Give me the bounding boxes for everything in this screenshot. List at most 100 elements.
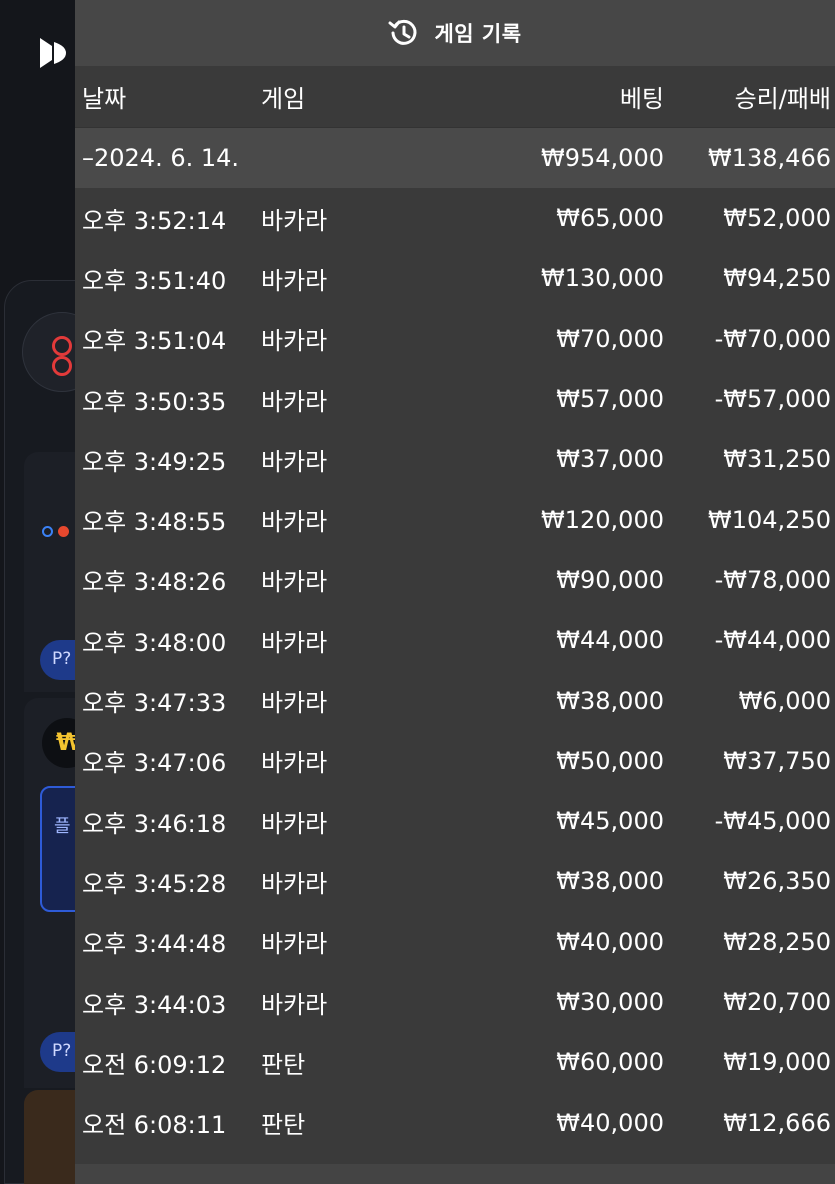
row-bet: ₩38,000 — [556, 686, 664, 715]
table-row[interactable]: 오후 3:47:06 바카라 ₩50,000 ₩37,750 — [75, 731, 835, 791]
column-header-bet[interactable]: 베팅 — [441, 79, 664, 114]
table-row[interactable]: 오후 3:52:14 바카라 ₩65,000 ₩52,000 — [75, 188, 835, 248]
row-game: 바카라 — [261, 266, 328, 295]
row-result: -₩57,000 — [714, 385, 831, 414]
row-bet: ₩38,000 — [556, 867, 664, 896]
row-game: 바카라 — [261, 990, 328, 1019]
column-header-game[interactable]: 게임 — [261, 79, 441, 114]
table-row[interactable]: 오후 3:48:00 바카라 ₩44,000 -₩44,000 — [75, 610, 835, 670]
table-row[interactable]: 오후 3:45:28 바카라 ₩38,000 ₩26,350 — [75, 851, 835, 911]
group-result-total: ₩138,466 — [708, 144, 831, 172]
row-result: ₩28,250 — [723, 927, 831, 956]
table-row[interactable]: 오후 3:48:26 바카라 ₩90,000 -₩78,000 — [75, 550, 835, 610]
row-bet: ₩60,000 — [556, 1048, 664, 1077]
row-game: 판탄 — [261, 1050, 306, 1079]
row-time: 오후 3:47:33 — [82, 689, 227, 718]
row-game: 바카라 — [261, 327, 328, 356]
row-time: 오후 3:50:35 — [82, 387, 227, 416]
row-time: 오후 3:47:06 — [82, 749, 227, 778]
row-time: 오전 6:09:12 — [82, 1050, 227, 1079]
row-time: 오후 3:48:00 — [82, 628, 227, 657]
game-history-panel: 게임 기록 날짜 게임 베팅 승리/패배 –2024. 6. 14. ₩954,… — [75, 0, 835, 1184]
row-result: ₩19,000 — [723, 1048, 831, 1077]
row-time: 오후 3:48:55 — [82, 508, 227, 537]
column-header-date[interactable]: 날짜 — [75, 79, 261, 114]
group-date: –2024. 6. 14. — [82, 144, 240, 172]
row-game: 바카라 — [261, 689, 328, 718]
row-time: 오전 6:08:11 — [82, 1111, 227, 1140]
row-bet: ₩37,000 — [556, 445, 664, 474]
row-time: 오후 3:44:48 — [82, 930, 227, 959]
row-time: 오후 3:51:40 — [82, 266, 227, 295]
row-game: 바카라 — [261, 206, 328, 235]
panel-footer — [75, 1164, 835, 1184]
row-bet: ₩65,000 — [556, 204, 664, 233]
column-header-result[interactable]: 승리/패배 — [664, 79, 831, 114]
row-game: 바카라 — [261, 869, 328, 898]
row-bet: ₩30,000 — [556, 988, 664, 1016]
table-row[interactable]: 오후 3:46:18 바카라 ₩45,000 -₩45,000 — [75, 791, 835, 851]
red-ring-icon — [52, 336, 72, 356]
row-game: 바카라 — [261, 628, 328, 657]
row-game: 바카라 — [261, 930, 328, 959]
row-result: ₩37,750 — [723, 746, 831, 775]
table-row[interactable]: 오후 3:51:04 바카라 ₩70,000 -₩70,000 — [75, 309, 835, 369]
row-game: 바카라 — [261, 508, 328, 537]
row-bet: ₩40,000 — [556, 1108, 664, 1137]
table-row[interactable]: 오후 3:47:33 바카라 ₩38,000 ₩6,000 — [75, 670, 835, 730]
history-icon — [388, 19, 417, 45]
row-game: 바카라 — [261, 568, 328, 597]
history-rows: 오후 3:52:14 바카라 ₩65,000 ₩52,000 오후 3:51:40 바카… — [75, 188, 835, 1153]
column-header-row: 날짜 게임 베팅 승리/패배 — [75, 66, 835, 128]
row-game: 바카라 — [261, 809, 328, 838]
date-group-row[interactable]: –2024. 6. 14. ₩954,000 ₩138,466 — [75, 128, 835, 188]
row-game: 바카라 — [261, 387, 328, 416]
table-row[interactable]: 오후 3:50:35 바카라 ₩57,000 -₩57,000 — [75, 369, 835, 429]
row-result: ₩94,250 — [723, 264, 831, 293]
row-game: 바카라 — [261, 447, 328, 476]
row-bet: ₩57,000 — [556, 385, 664, 414]
row-time: 오후 3:46:18 — [82, 809, 227, 838]
row-bet: ₩90,000 — [556, 565, 664, 594]
group-bet-total: ₩954,000 — [541, 144, 664, 172]
row-bet: ₩120,000 — [541, 505, 664, 534]
row-bet: ₩70,000 — [556, 324, 664, 353]
brand-logo-icon — [40, 38, 66, 68]
row-result: ₩6,000 — [738, 686, 831, 715]
blue-dot-icon — [42, 526, 53, 537]
row-time: 오후 3:48:26 — [82, 568, 227, 597]
table-row[interactable]: 오전 6:09:12 판탄 ₩60,000 ₩19,000 — [75, 1032, 835, 1092]
row-bet: ₩44,000 — [556, 626, 664, 655]
row-bet: ₩130,000 — [541, 264, 664, 293]
table-row[interactable]: 오후 3:48:55 바카라 ₩120,000 ₩104,250 — [75, 489, 835, 549]
row-result: ₩31,250 — [723, 445, 831, 474]
row-result: -₩70,000 — [714, 324, 831, 353]
row-bet: ₩50,000 — [556, 746, 664, 775]
row-result: ₩12,666 — [723, 1108, 831, 1137]
panel-header: 게임 기록 — [75, 0, 835, 66]
row-time: 오후 3:49:25 — [82, 447, 227, 476]
table-row[interactable]: 오후 3:51:40 바카라 ₩130,000 ₩94,250 — [75, 248, 835, 308]
row-time: 오후 3:51:04 — [82, 327, 227, 356]
table-row[interactable]: 오전 6:08:11 판탄 ₩40,000 ₩12,666 — [75, 1092, 835, 1152]
table-row[interactable]: 오후 3:49:25 바카라 ₩37,000 ₩31,250 — [75, 429, 835, 489]
row-result: -₩78,000 — [714, 565, 831, 594]
row-result: ₩52,000 — [723, 204, 831, 233]
row-game: 판탄 — [261, 1111, 306, 1140]
row-time: 오후 3:45:28 — [82, 869, 227, 898]
red-dot-icon — [58, 526, 69, 537]
panel-title: 게임 기록 — [434, 22, 522, 46]
row-result: ₩104,250 — [708, 505, 831, 534]
row-bet: ₩40,000 — [556, 927, 664, 956]
row-result: ₩20,700 — [723, 988, 831, 1016]
row-result: -₩45,000 — [714, 807, 831, 836]
row-result: -₩44,000 — [714, 626, 831, 655]
row-result: ₩26,350 — [723, 867, 831, 896]
table-row[interactable]: 오후 3:44:48 바카라 ₩40,000 ₩28,250 — [75, 912, 835, 972]
row-bet: ₩45,000 — [556, 807, 664, 836]
red-ring-icon — [52, 356, 72, 376]
row-time: 오후 3:52:14 — [82, 206, 227, 235]
row-time: 오후 3:44:03 — [82, 990, 227, 1019]
row-game: 바카라 — [261, 749, 328, 778]
table-row[interactable]: 오후 3:44:03 바카라 ₩30,000 ₩20,700 — [75, 972, 835, 1032]
